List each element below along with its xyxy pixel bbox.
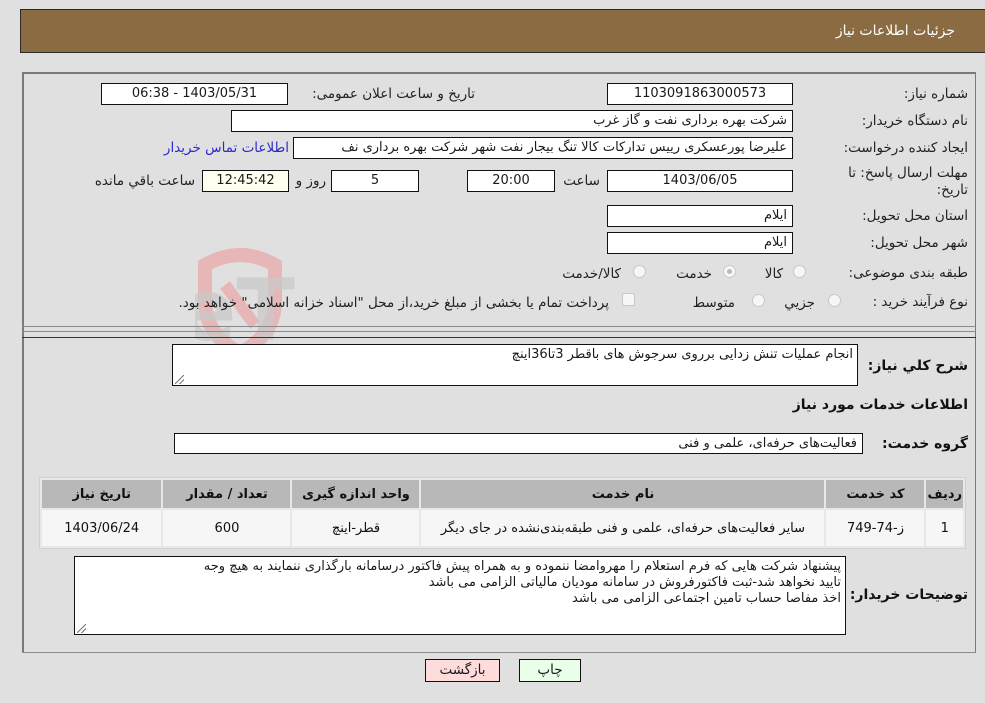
need-number-field[interactable]: 1103091863000573 xyxy=(607,83,793,105)
purchase-type-label: نوع فرآیند خرید : xyxy=(872,294,968,310)
page-header: جزئیات اطلاعات نیاز xyxy=(20,9,985,53)
table-header-row: ردیف کد خدمت نام خدمت واحد اندازه گیری ت… xyxy=(42,480,963,508)
treasury-bonds-checkbox[interactable] xyxy=(622,293,635,306)
divider xyxy=(22,326,976,327)
category-radio-goods-service[interactable] xyxy=(633,265,646,278)
print-button[interactable]: چاپ xyxy=(519,659,581,682)
purchase-type-radio-minor[interactable] xyxy=(828,294,841,307)
cell-unit: قطر-اینچ xyxy=(292,510,420,546)
cell-quantity: 600 xyxy=(163,510,291,546)
need-number-label: شماره نیاز: xyxy=(903,86,968,102)
province-label: استان محل تحویل: xyxy=(862,208,968,224)
city-field[interactable]: ایلام xyxy=(607,232,793,254)
buyer-notes-line: تایید نخواهد شد-ثبت فاکتورفروش در سامانه… xyxy=(428,575,841,590)
purchase-type-option-medium: متوسط xyxy=(692,295,735,311)
deadline-label: مهلت ارسال پاسخ: تا تاریخ: xyxy=(848,165,968,198)
category-radio-service[interactable] xyxy=(723,265,736,278)
deadline-date-field[interactable]: 1403/06/05 xyxy=(607,170,793,192)
requester-label: ایجاد کننده درخواست: xyxy=(843,140,968,156)
time-remaining-label: ساعت باقي مانده xyxy=(94,173,195,189)
divider xyxy=(22,331,976,332)
treasury-bonds-label: پرداخت تمام یا بخشی از مبلغ خرید،از محل … xyxy=(178,295,609,311)
column-header-row-number: ردیف xyxy=(926,480,963,508)
category-option-goods-service: کالا/خدمت xyxy=(562,266,621,282)
back-button[interactable]: بازگشت xyxy=(425,659,500,682)
column-header-unit: واحد اندازه گیری xyxy=(292,480,420,508)
buyer-notes-line: پیشنهاد شرکت هایی که فرم استعلام را مهرو… xyxy=(203,559,841,574)
purchase-type-radio-medium[interactable] xyxy=(752,294,765,307)
description-label: شرح کلي نیاز: xyxy=(867,358,968,374)
city-label: شهر محل تحویل: xyxy=(870,235,968,251)
time-remaining-field: 12:45:42 xyxy=(202,170,289,192)
service-group-field[interactable]: فعالیت‌های حرفه‌ای، علمی و فنی xyxy=(174,433,863,454)
services-table: ردیف کد خدمت نام خدمت واحد اندازه گیری ت… xyxy=(39,477,966,549)
divider xyxy=(22,652,976,653)
category-label: طبقه بندی موضوعی: xyxy=(848,265,968,281)
cell-service-name: سایر فعالیت‌های حرفه‌ای، علمی و فنی طبقه… xyxy=(421,510,825,546)
province-field[interactable]: ایلام xyxy=(607,205,793,227)
buyer-notes-label: توضیحات خریدار: xyxy=(849,587,968,603)
column-header-need-date: تاریخ نیاز xyxy=(42,480,162,508)
divider xyxy=(22,337,976,338)
requester-field[interactable]: علیرضا پورعسکری رییس تدارکات کالا تنگ بی… xyxy=(293,137,793,159)
column-header-service-code: کد خدمت xyxy=(826,480,925,508)
buyer-contact-link[interactable]: اطلاعات تماس خریدار xyxy=(164,140,289,156)
service-group-label: گروه خدمت: xyxy=(882,436,968,452)
description-textarea[interactable]: انجام عملیات تنش زدایی برروی سرجوش های ب… xyxy=(172,344,858,386)
purchase-type-option-minor: جزيي xyxy=(784,295,815,311)
services-section-title: اطلاعات خدمات مورد نیاز xyxy=(792,397,968,413)
announce-datetime-field[interactable]: 1403/05/31 - 06:38 xyxy=(101,83,288,105)
buyer-org-field[interactable]: شرکت بهره برداری نفت و گاز غرب xyxy=(231,110,793,132)
cell-service-code: ز-74-749 xyxy=(826,510,925,546)
table-row: 1 ز-74-749 سایر فعالیت‌های حرفه‌ای، علمی… xyxy=(42,510,963,546)
days-remaining-field[interactable]: 5 xyxy=(331,170,419,192)
category-radio-goods[interactable] xyxy=(793,265,806,278)
category-option-service: خدمت xyxy=(676,266,712,282)
buyer-notes-line: اخذ مفاصا حساب تامین اجتماعی الزامی می ب… xyxy=(572,591,841,606)
description-text: انجام عملیات تنش زدایی برروی سرجوش های ب… xyxy=(511,347,853,362)
column-header-quantity: تعداد / مقدار xyxy=(163,480,291,508)
cell-need-date: 1403/06/24 xyxy=(42,510,162,546)
buyer-notes-textarea[interactable]: پیشنهاد شرکت هایی که فرم استعلام را مهرو… xyxy=(74,556,846,635)
deadline-time-field[interactable]: 20:00 xyxy=(467,170,555,192)
deadline-time-label: ساعت xyxy=(563,173,600,189)
resize-grip-icon[interactable] xyxy=(77,624,86,633)
resize-grip-icon[interactable] xyxy=(175,375,184,384)
cell-row-number: 1 xyxy=(926,510,963,546)
announce-datetime-label: تاریخ و ساعت اعلان عمومی: xyxy=(312,86,475,102)
column-header-service-name: نام خدمت xyxy=(421,480,825,508)
days-label: روز و xyxy=(295,173,326,189)
page-title: جزئیات اطلاعات نیاز xyxy=(835,23,955,39)
category-option-goods: کالا xyxy=(764,266,783,282)
buyer-org-label: نام دستگاه خریدار: xyxy=(861,113,968,129)
